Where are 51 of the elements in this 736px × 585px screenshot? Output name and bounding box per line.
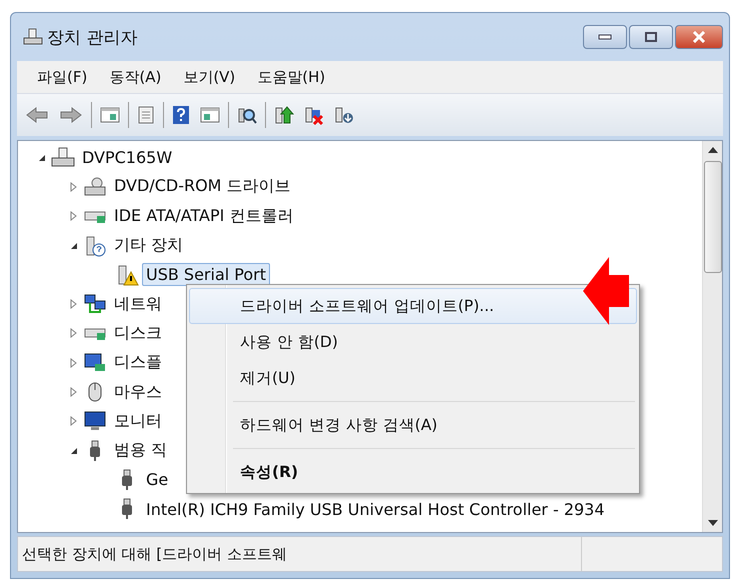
maximize-button[interactable] bbox=[629, 25, 673, 49]
context-menu-item[interactable]: 사용 안 함(D) bbox=[189, 324, 637, 360]
status-text: 선택한 장치에 대해 [드라이버 소프트웨 bbox=[22, 544, 288, 564]
menu-item[interactable]: 보기(V) bbox=[183, 68, 236, 86]
monitor-device-icon bbox=[83, 410, 107, 432]
forward-arrow-icon bbox=[59, 106, 83, 124]
help-button[interactable] bbox=[170, 103, 192, 127]
tree-item[interactable]: IDE ATA/ATAPI 컨트롤러 bbox=[110, 204, 298, 229]
device-down-icon bbox=[334, 105, 354, 125]
scroll-thumb[interactable] bbox=[704, 161, 722, 273]
network-device-icon bbox=[83, 293, 107, 316]
tree-item[interactable]: 범용 직 bbox=[110, 438, 172, 464]
context-menu-item[interactable]: 속성(R) bbox=[189, 454, 637, 490]
tree-item[interactable]: 네트워 bbox=[110, 292, 166, 317]
close-button[interactable] bbox=[675, 25, 723, 49]
up-arrow-icon bbox=[274, 105, 294, 125]
computer-icon bbox=[23, 28, 43, 46]
tree-item[interactable]: 모니터 bbox=[110, 408, 166, 434]
drive-device-icon bbox=[83, 176, 107, 198]
panel-icon bbox=[100, 106, 120, 124]
context-menu-item[interactable]: 드라이버 소프트웨어 업데이트(P)... bbox=[189, 288, 637, 324]
tree-item[interactable]: USB Serial Port bbox=[142, 263, 270, 286]
maximize-icon bbox=[644, 31, 658, 43]
tree-item[interactable]: DVD/CD-ROM 드라이브 bbox=[110, 174, 295, 200]
panel-icon bbox=[200, 106, 220, 124]
context-menu-item[interactable]: 하드웨어 변경 사항 검색(A) bbox=[189, 407, 637, 443]
help-icon bbox=[172, 105, 190, 125]
tree-item[interactable]: 디스플 bbox=[110, 350, 166, 376]
computer-device-icon bbox=[51, 146, 75, 169]
tree-item[interactable]: Ge bbox=[142, 468, 172, 492]
tree-item[interactable]: 기타 장치 bbox=[110, 233, 188, 258]
menu-item[interactable]: 동작(A) bbox=[109, 68, 162, 86]
context-menu-item[interactable]: 제거(U) bbox=[189, 360, 637, 396]
display-device-icon bbox=[83, 352, 107, 374]
scroll-down-icon bbox=[708, 520, 718, 526]
pointer-arrow-icon bbox=[583, 257, 629, 325]
tree-item[interactable]: DVPC165W bbox=[78, 146, 176, 170]
menu-item[interactable]: 도움말(H) bbox=[257, 68, 326, 86]
tree-item[interactable]: 디스크 bbox=[110, 320, 166, 346]
minimize-button[interactable] bbox=[583, 25, 627, 49]
scroll-up-icon bbox=[708, 147, 718, 153]
window-title: 장치 관리자 bbox=[47, 26, 138, 48]
sheet-icon bbox=[137, 106, 155, 124]
minimize-icon bbox=[598, 34, 612, 40]
back-arrow-icon bbox=[25, 106, 49, 124]
scroll-bar[interactable] bbox=[702, 141, 722, 532]
device-x-icon bbox=[304, 105, 324, 125]
tree-item[interactable]: 마우스 bbox=[110, 380, 166, 405]
close-icon bbox=[691, 31, 707, 43]
menu-item[interactable]: 파일(F) bbox=[37, 68, 88, 86]
tree-item[interactable]: Intel(R) ICH9 Family USB Universal Host Controller - 2934 bbox=[142, 498, 609, 521]
